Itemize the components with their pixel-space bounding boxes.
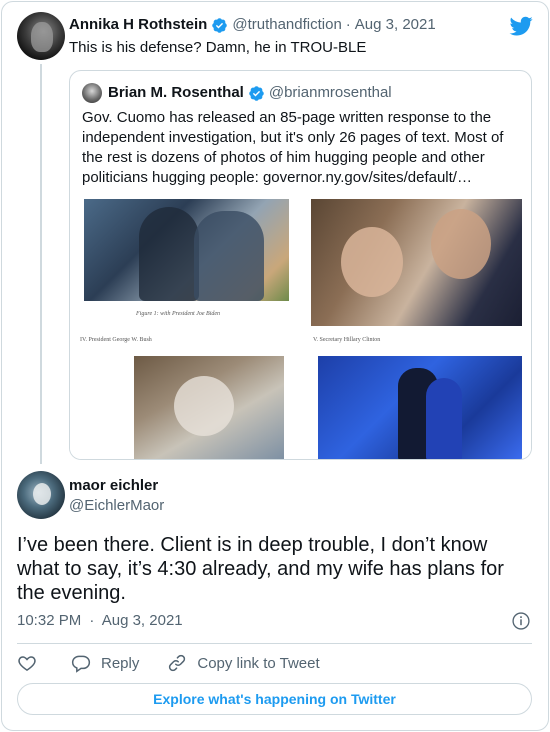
reply-label: Reply [101, 654, 140, 672]
reply-icon [71, 655, 91, 673]
info-icon[interactable] [511, 611, 531, 631]
quoted-tweet-header: Brian M. Rosenthal @brianmrosenthal [108, 84, 392, 102]
photo-clinton-hug [318, 356, 522, 459]
link-icon [169, 654, 186, 672]
tweet-time: 10:32 PM [17, 612, 82, 629]
avatar[interactable] [17, 12, 65, 60]
verified-badge-icon [212, 17, 228, 33]
copy-link-label: Copy link to Tweet [197, 654, 320, 672]
separator-dot: · [89, 612, 95, 629]
tweet-date: Aug 3, 2021 [101, 612, 183, 629]
thread-connector-line [40, 64, 42, 464]
author-handle[interactable]: @EichlerMaor [69, 497, 164, 515]
photo-bush-hug [134, 356, 284, 459]
explore-twitter-button[interactable]: Explore what's happening on Twitter [17, 683, 532, 715]
figure-caption: Figure 1: with President Joe Biden [136, 311, 221, 317]
reply-button[interactable]: Reply [71, 653, 139, 673]
copy-link-button[interactable]: Copy link to Tweet [167, 653, 320, 673]
verified-badge-icon [249, 85, 264, 101]
quoted-author-name: Brian M. Rosenthal [108, 84, 244, 101]
avatar[interactable] [17, 471, 65, 519]
parent-tweet-text: This is his defense? Damn, he in TROU-BL… [69, 39, 367, 56]
quoted-author-handle: @brianmrosenthal [268, 84, 392, 101]
tweet-timestamp[interactable]: 10:32 PM · Aug 3, 2021 [17, 611, 183, 631]
author-name[interactable]: Annika H Rothstein [69, 16, 207, 34]
figure-caption: IV. President George W. Bush [80, 337, 152, 343]
like-button[interactable] [17, 653, 37, 673]
parent-tweet-header: Annika H Rothstein @truthandfiction · Au… [69, 16, 436, 34]
photo-biden-hug [84, 199, 289, 301]
author-handle[interactable]: @truthandfiction [232, 16, 341, 34]
divider [17, 643, 532, 644]
quoted-tweet[interactable]: Brian M. Rosenthal @brianmrosenthal Gov.… [69, 70, 532, 460]
tweet-date[interactable]: Aug 3, 2021 [355, 16, 436, 34]
photo-woman-hug [311, 199, 522, 326]
quoted-tweet-text: Gov. Cuomo has released an 85-page writt… [82, 109, 504, 186]
tweet-actions: Reply Copy link to Tweet [17, 651, 348, 675]
twitter-bird-icon[interactable] [509, 14, 533, 38]
separator-dot: · [345, 16, 351, 33]
figure-caption: V. Secretary Hillary Clinton [313, 337, 381, 343]
heart-icon [18, 656, 36, 671]
quoted-avatar [82, 83, 102, 103]
quoted-tweet-media[interactable]: Figure 1: with President Joe Biden IV. P… [70, 195, 531, 459]
author-name[interactable]: maor eichler [69, 477, 158, 495]
tweet-text: I’ve been there. Client is in deep troub… [17, 534, 504, 604]
